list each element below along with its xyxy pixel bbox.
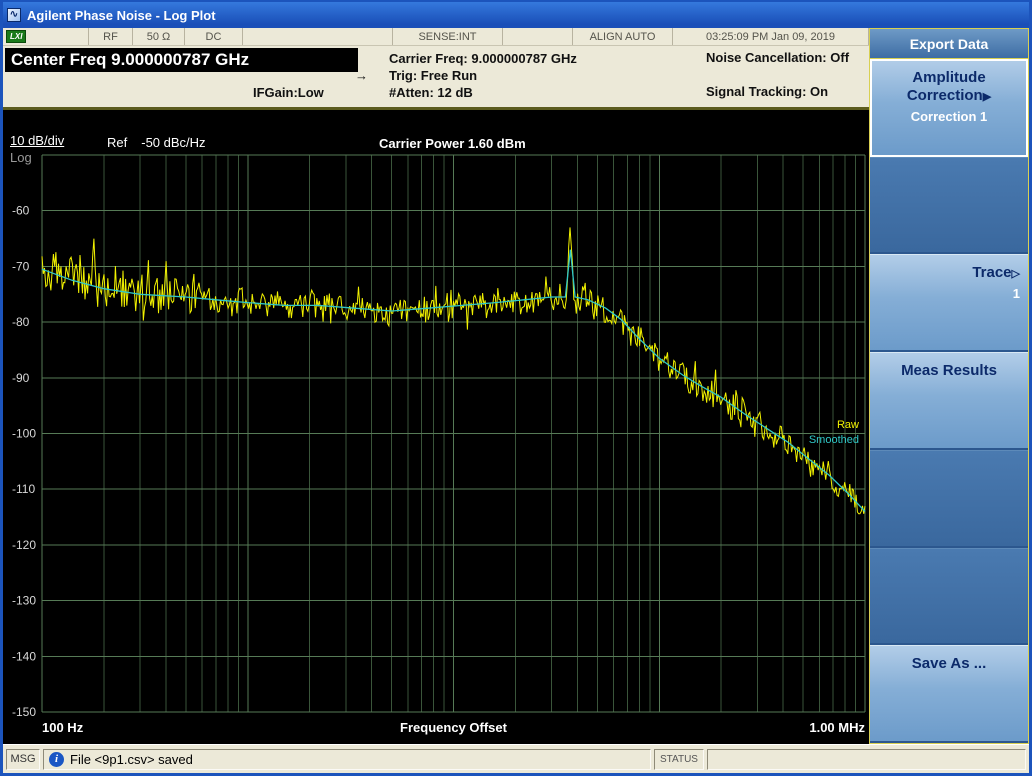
- msg-label: MSG: [6, 748, 40, 770]
- svg-text:Frequency Offset: Frequency Offset: [400, 720, 508, 735]
- carrier-freq-label: Carrier Freq: 9.000000787 GHz: [389, 51, 577, 66]
- message-box: i File <9p1.csv> saved: [43, 748, 651, 770]
- status-message: File <9p1.csv> saved: [70, 751, 193, 767]
- info-icon: i: [49, 751, 64, 767]
- status-filler: [706, 748, 1026, 770]
- softkey-label: Trace▷: [972, 264, 1020, 282]
- svg-text:-60: -60: [12, 204, 30, 218]
- scale-type-label: Log: [10, 150, 32, 165]
- softkey-label: Save As ...: [911, 655, 987, 673]
- window-title: Agilent Phase Noise - Log Plot: [27, 7, 216, 23]
- ref-level-display: Ref -50 dBc/Hz: [107, 135, 206, 150]
- softkey-label: Meas Results: [901, 362, 997, 380]
- ifgain-label: IFGain:Low: [253, 85, 324, 100]
- instrument-window: Agilent Phase Noise - Log Plot LXI RF 50…: [0, 0, 1032, 776]
- plot-area: -60 -70 -80 -90 -100 -110 -120 -130 -140 -150 100 …: [3, 110, 869, 744]
- lxi-icon: LXI: [6, 30, 27, 43]
- title-bar[interactable]: Agilent Phase Noise - Log Plot: [3, 2, 1029, 28]
- softkey-blank-4: [870, 449, 1028, 548]
- svg-text:1.00 MHz: 1.00 MHz: [809, 720, 865, 735]
- softkey-save-as[interactable]: Save As ...: [870, 645, 1028, 744]
- signal-tracking-label: Signal Tracking: On: [706, 84, 829, 99]
- coupling-indicator: DC: [185, 28, 243, 45]
- svg-text:-110: -110: [12, 482, 35, 496]
- softkey-list: Amplitude Correction▶ Correction 1 Trace▷ 1…: [869, 59, 1029, 744]
- select-arrow-icon: ▷: [1011, 268, 1020, 281]
- svg-text:-100: -100: [12, 427, 36, 441]
- softkey-blank-5: [870, 547, 1028, 646]
- svg-text:Smoothed: Smoothed: [809, 434, 859, 446]
- datetime-display: 03:25:09 PM Jan 09, 2019: [673, 28, 869, 45]
- svg-text:Raw: Raw: [837, 419, 859, 431]
- softkey-label: Amplitude Correction▶: [906, 69, 992, 104]
- softkey-amplitude-correction[interactable]: Amplitude Correction▶ Correction 1: [870, 59, 1028, 157]
- phase-noise-chart: -60 -70 -80 -90 -100 -110 -120 -130 -140 -150 100 …: [12, 154, 866, 735]
- softkey-meas-results[interactable]: Meas Results: [870, 352, 1028, 450]
- rf-indicator: RF: [89, 28, 133, 45]
- status-label: STATUS: [654, 748, 704, 770]
- svg-text:100 Hz: 100 Hz: [42, 720, 84, 735]
- noise-cancellation-label: Noise Cancellation: Off: [706, 50, 850, 65]
- softkey-value: Correction 1: [910, 109, 988, 124]
- ref-label: Ref: [107, 135, 128, 150]
- softkey-menu: Export Data Amplitude Correction▶ Correct…: [869, 28, 1029, 744]
- softkey-value: 1: [1012, 286, 1020, 302]
- menu-title: Export Data: [869, 28, 1029, 59]
- spacer: [243, 28, 393, 45]
- measurement-header: Center Freq 9.000000787 GHz IFGain:Low C…: [3, 46, 869, 110]
- svg-text:-90: -90: [12, 371, 30, 385]
- align-indicator: ALIGN AUTO: [573, 28, 673, 45]
- instrument-status-bar: LXI RF 50 Ω DC SENSE:INT ALIGN AUTO 03:2…: [3, 28, 869, 46]
- center-freq-display: Center Freq 9.000000787 GHz: [5, 48, 358, 72]
- svg-text:-140: -140: [12, 649, 36, 663]
- trigger-label: Trig: Free Run: [389, 68, 478, 83]
- submenu-arrow-icon: ▶: [982, 91, 992, 103]
- measurement-settings: Carrier Freq: 9.000000787 GHz Trig: Free…: [389, 50, 577, 101]
- softkey-trace[interactable]: Trace▷ 1: [870, 254, 1028, 353]
- svg-text:-80: -80: [12, 315, 30, 329]
- status-bar: MSG i File <9p1.csv> saved STATUS: [3, 744, 1029, 773]
- lxi-cell: LXI: [3, 28, 89, 45]
- svg-text:-150: -150: [12, 705, 36, 719]
- sense-indicator: SENSE:INT: [393, 28, 503, 45]
- svg-text:-130: -130: [12, 594, 36, 608]
- carrier-power-label: Carrier Power 1.60 dBm: [379, 136, 526, 151]
- svg-text:-120: -120: [12, 538, 36, 552]
- impedance-indicator: 50 Ω: [133, 28, 185, 45]
- ref-value: -50 dBc/Hz: [141, 135, 206, 150]
- softkey-blank-1: [870, 156, 1028, 255]
- scale-per-div-label: 10 dB/div: [10, 133, 65, 148]
- right-arrow-icon: [355, 68, 368, 83]
- atten-label: #Atten: 12 dB: [389, 85, 473, 100]
- svg-text:-70: -70: [12, 259, 30, 273]
- app-icon: [7, 8, 21, 22]
- spacer: [503, 28, 573, 45]
